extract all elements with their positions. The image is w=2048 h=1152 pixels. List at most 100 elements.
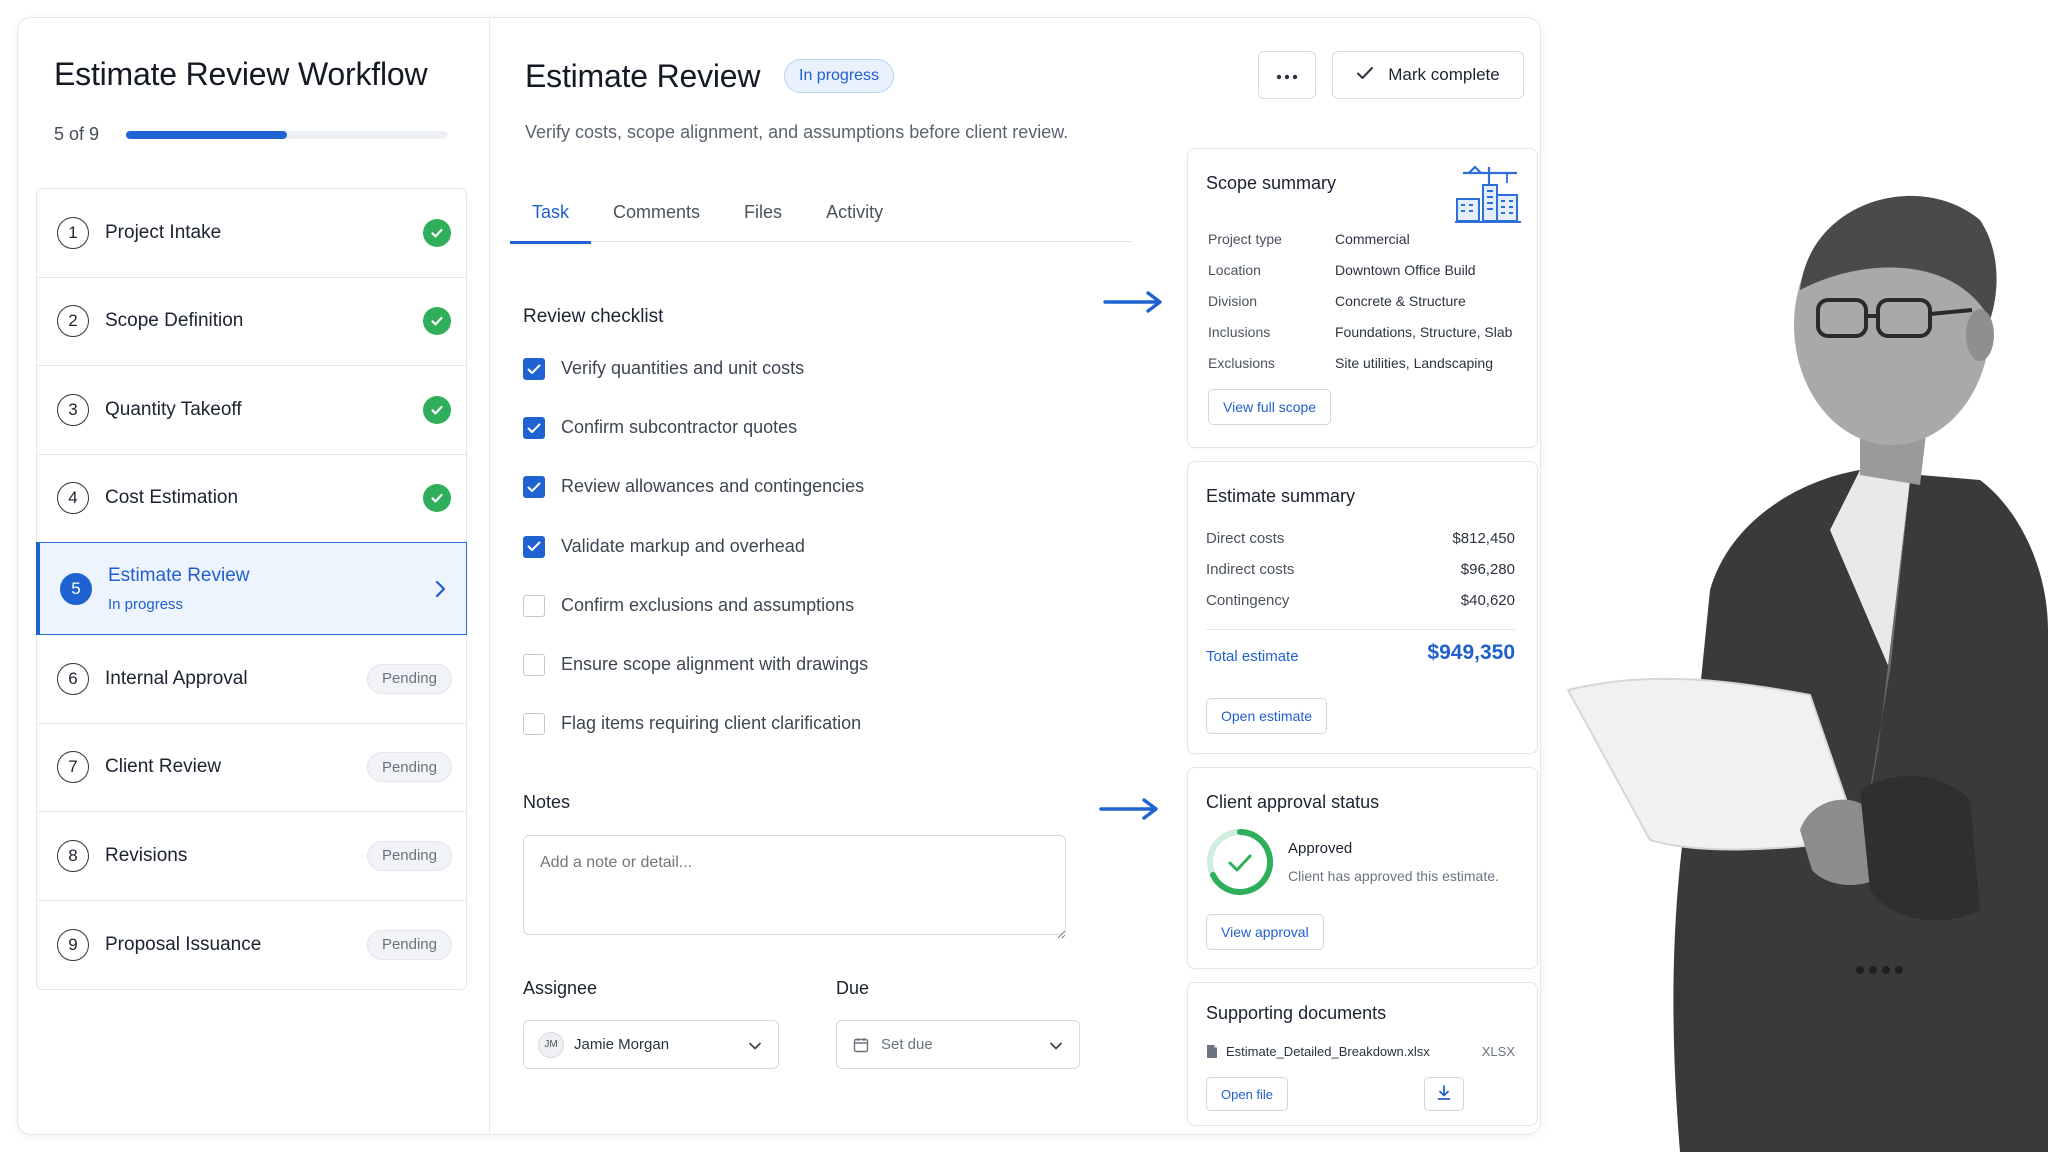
card-title: Supporting documents [1206, 1003, 1387, 1023]
more-options-button[interactable] [1258, 51, 1316, 99]
cost-row: Direct costs $812,450 [1206, 530, 1515, 547]
progress-bar [126, 131, 448, 139]
file-type: XLSX [1481, 1044, 1515, 1059]
open-file-button[interactable]: Open file [1206, 1077, 1289, 1111]
checkbox-checked-icon[interactable] [523, 358, 545, 380]
file-name[interactable]: Estimate_Detailed_Breakdown.xlsx [1226, 1044, 1430, 1059]
person-photo [1560, 150, 2048, 1152]
due-label: Due [836, 978, 870, 998]
notes-textarea[interactable] [523, 835, 1066, 935]
resize-grip-icon[interactable] [1057, 926, 1066, 944]
step-number: 3 [57, 393, 89, 426]
step-list: 1 Project Intake 2 Scope Definition 3 Qu… [36, 188, 467, 990]
cost-label: Indirect costs [1206, 561, 1295, 578]
checklist-item-label: Validate markup and overhead [561, 535, 805, 556]
step-item-quantity-takeoff[interactable]: 3 Quantity Takeoff [37, 366, 466, 455]
due-placeholder: Set due [881, 1036, 933, 1053]
step-item-revisions[interactable]: 8 Revisions Pending [37, 812, 466, 901]
view-full-scope-button[interactable]: View full scope [1208, 389, 1332, 425]
assignee-select[interactable]: JM Jamie Morgan [523, 1020, 779, 1069]
checkmark-icon [1356, 65, 1374, 85]
avatar: JM [538, 1031, 564, 1058]
progress-fill [126, 131, 287, 139]
checklist-item-label: Ensure scope alignment with drawings [561, 653, 869, 674]
checkbox-checked-icon[interactable] [523, 476, 545, 499]
tab-activity[interactable]: Activity [804, 198, 905, 242]
checkbox-unchecked-icon[interactable] [523, 594, 545, 617]
checkbox-checked-icon[interactable] [523, 535, 545, 558]
checklist-item[interactable]: Review allowances and contingencies [523, 476, 868, 535]
step-item-client-review[interactable]: 7 Client Review Pending [37, 724, 466, 812]
step-texts: Estimate Review In progress [108, 565, 250, 613]
supporting-documents-card: Supporting documents Estimate_Detailed_B… [1187, 982, 1538, 1126]
step-item-scope-definition[interactable]: 2 Scope Definition [37, 278, 466, 366]
step-status-text: In progress [108, 595, 184, 613]
step-label: Cost Estimation [105, 487, 239, 509]
scope-value: Site utilities, Landscaping [1335, 355, 1493, 371]
step-item-estimate-review[interactable]: 5 Estimate Review In progress [36, 542, 467, 635]
step-label: Estimate Review [108, 564, 250, 586]
checklist-item[interactable]: Verify quantities and unit costs [523, 358, 868, 417]
download-button[interactable] [1424, 1077, 1464, 1111]
due-date-select[interactable]: Set due [836, 1020, 1080, 1069]
chevron-down-icon [1049, 1038, 1063, 1055]
mark-complete-label: Mark complete [1388, 65, 1500, 84]
arrow-right-icon [1103, 291, 1165, 318]
checklist-item[interactable]: Flag items requiring client clarificatio… [523, 713, 868, 772]
check-circle-icon [423, 307, 451, 336]
check-circle-icon [423, 218, 451, 247]
cost-value: $812,450 [1452, 530, 1515, 547]
scope-summary-card: Scope summary Project type Commercial Lo… [1187, 148, 1538, 448]
checklist-item-label: Confirm subcontractor quotes [561, 417, 798, 438]
step-number: 7 [57, 751, 89, 784]
file-icon [1206, 1044, 1218, 1064]
step-item-cost-estimation[interactable]: 4 Cost Estimation [37, 455, 466, 543]
total-value: $949,350 [1427, 641, 1515, 664]
step-item-proposal-issuance[interactable]: 9 Proposal Issuance Pending [37, 901, 466, 990]
estimate-summary-card: Estimate summary Direct costs $812,450 I… [1187, 461, 1538, 754]
assignee-name: Jamie Morgan [574, 1036, 670, 1053]
scope-value: Downtown Office Build [1335, 262, 1476, 278]
approval-detail: Client has approved this estimate. [1288, 868, 1499, 884]
tab-task[interactable]: Task [510, 198, 592, 244]
checkbox-unchecked-icon[interactable] [523, 653, 545, 676]
step-number: 2 [57, 305, 89, 338]
view-approval-button[interactable]: View approval [1206, 914, 1324, 950]
checkbox-unchecked-icon[interactable] [523, 713, 545, 736]
divider [1206, 629, 1515, 630]
mark-complete-button[interactable]: Mark complete [1332, 51, 1524, 99]
chevron-right-icon [434, 579, 446, 604]
checklist-item[interactable]: Ensure scope alignment with drawings [523, 653, 869, 713]
scope-value: Concrete & Structure [1335, 293, 1466, 309]
page-subtitle: Verify costs, scope alignment, and assum… [525, 122, 1069, 142]
card-title: Client approval status [1206, 792, 1380, 812]
scope-key: Location [1208, 262, 1261, 278]
tab-comments[interactable]: Comments [591, 198, 722, 242]
cost-row: Indirect costs $96,280 [1206, 561, 1515, 578]
arrow-right-icon [1099, 798, 1161, 825]
notes-title: Notes [523, 792, 571, 812]
step-label: Project Intake [105, 221, 222, 243]
checkbox-checked-icon[interactable] [523, 417, 545, 440]
step-item-internal-approval[interactable]: 6 Internal Approval Pending [37, 635, 466, 724]
step-label: Internal Approval [105, 667, 248, 689]
cost-label: Direct costs [1206, 530, 1285, 547]
step-number: 6 [57, 662, 89, 695]
step-label: Quantity Takeoff [105, 398, 242, 420]
cost-row: Contingency $40,620 [1206, 592, 1515, 609]
calendar-icon [853, 1037, 869, 1053]
open-estimate-button[interactable]: Open estimate [1206, 698, 1328, 734]
pending-badge: Pending [366, 840, 452, 871]
checklist-item[interactable]: Confirm exclusions and assumptions [523, 594, 868, 654]
checklist-item[interactable]: Confirm subcontractor quotes [523, 417, 868, 476]
check-circle-icon [423, 395, 451, 424]
approved-ring-icon [1206, 828, 1274, 901]
step-item-project-intake[interactable]: 1 Project Intake [37, 189, 466, 278]
client-approval-card: Client approval status Approved Client h… [1187, 767, 1538, 969]
pending-badge: Pending [366, 663, 452, 694]
checklist-item[interactable]: Validate markup and overhead [523, 535, 868, 595]
scope-key: Exclusions [1208, 355, 1275, 371]
tab-bar: Task Comments Files Activity [510, 198, 1132, 244]
pending-badge: Pending [366, 752, 452, 783]
tab-files[interactable]: Files [722, 198, 804, 242]
